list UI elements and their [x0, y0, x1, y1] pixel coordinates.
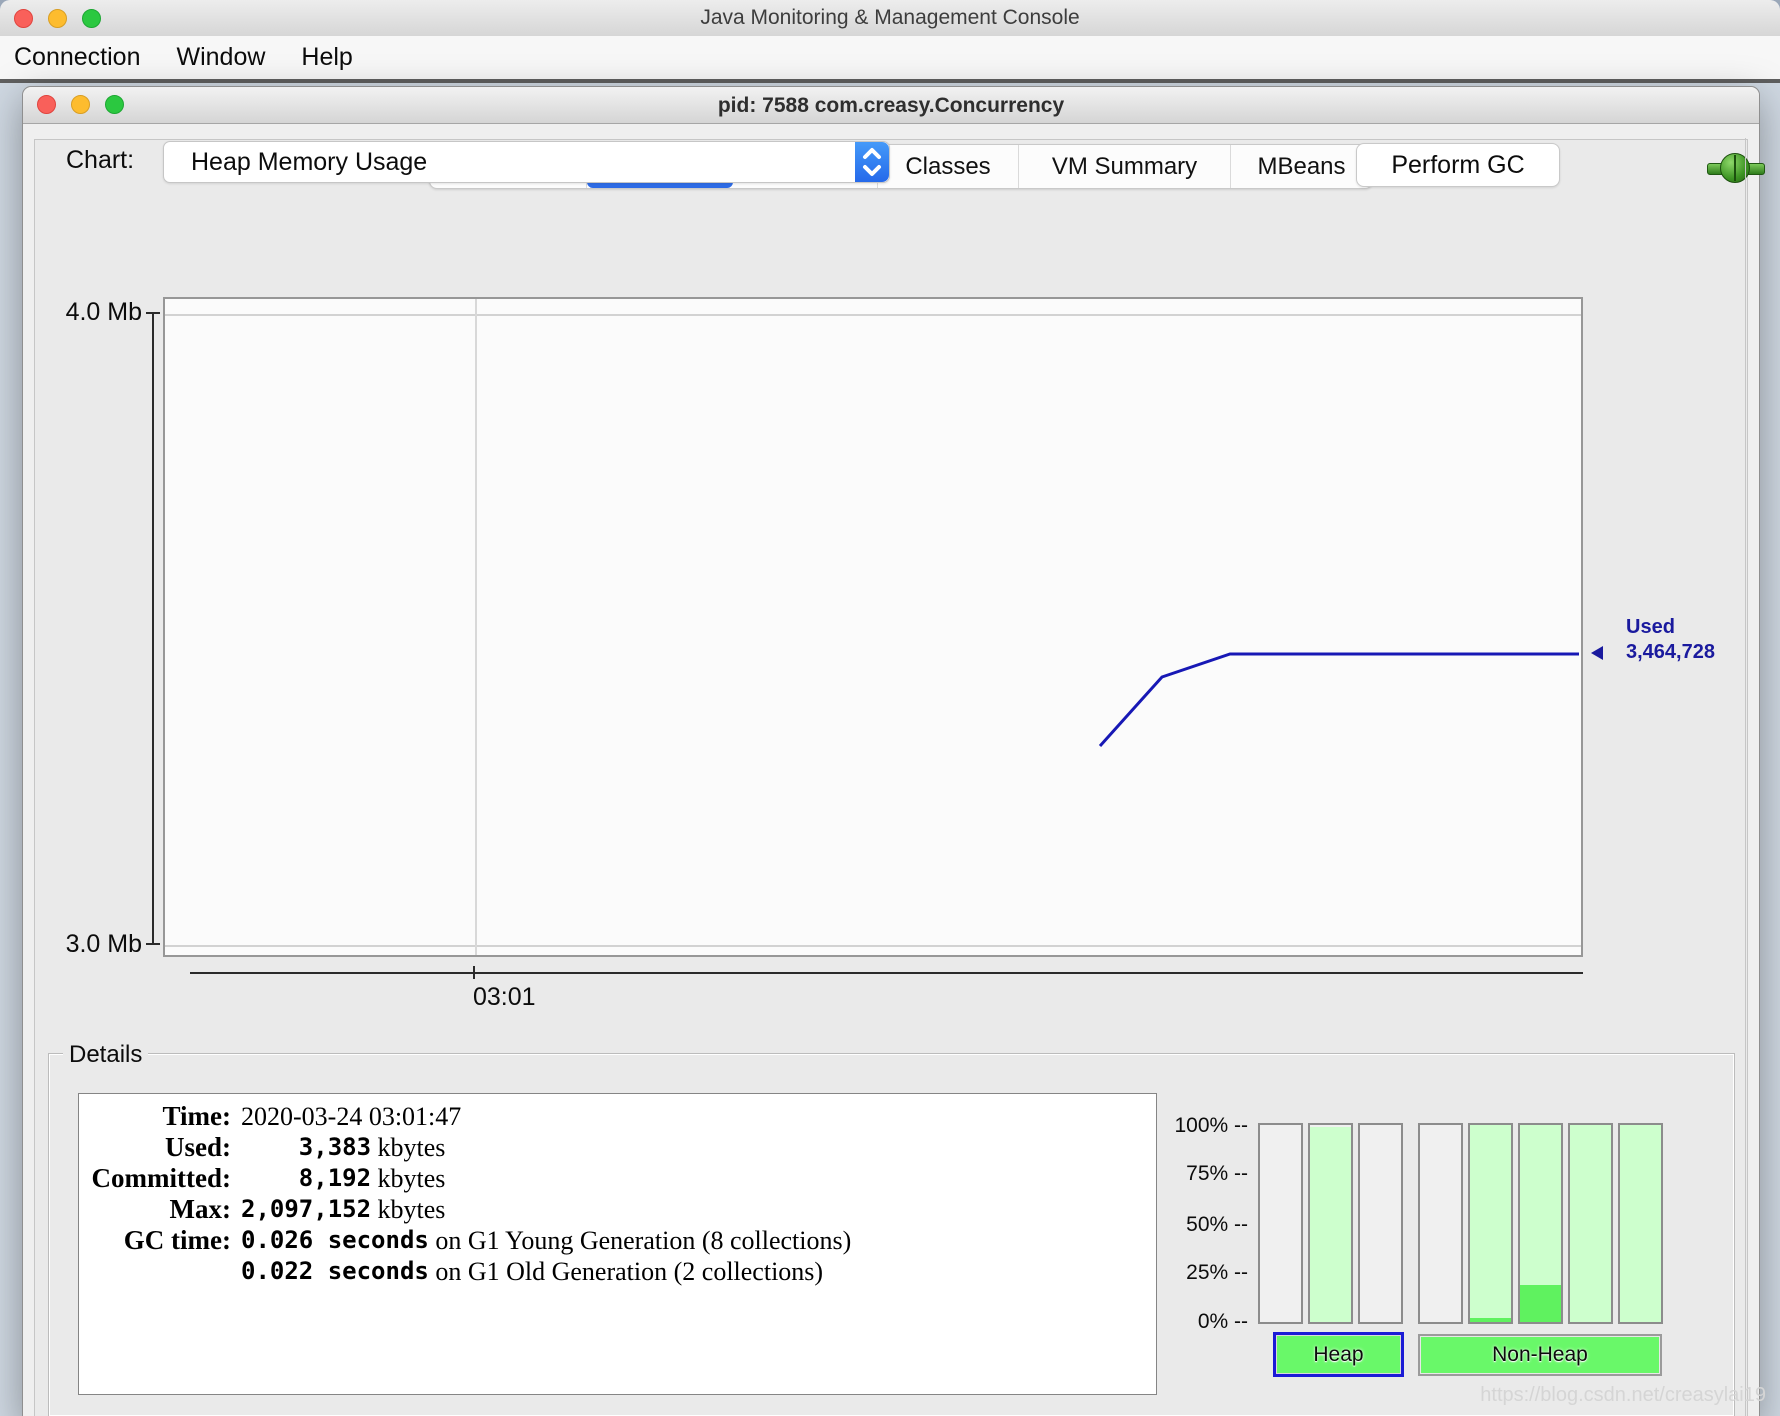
details-row: Used: 3,383 kbytes: [79, 1132, 1156, 1163]
details-row: Time: 2020-03-24 03:01:47: [79, 1101, 1156, 1132]
details-box: Time:2020-03-24 03:01:47Used: 3,383 kbyt…: [78, 1093, 1157, 1395]
combo-stepper-icon[interactable]: [855, 142, 889, 182]
heap-button[interactable]: Heap: [1273, 1332, 1404, 1377]
non-heap-button[interactable]: Non-Heap: [1418, 1334, 1662, 1376]
x-axis-tick: [473, 966, 475, 979]
y-axis-tick-top: [146, 312, 160, 314]
details-row-value: 3,383: [241, 1132, 371, 1163]
details-row-label: Time:: [79, 1101, 231, 1132]
used-annotation: Used 3,464,728: [1626, 615, 1715, 665]
panel-right-border: [1745, 138, 1746, 1416]
usage-axis-label: 50% --: [1148, 1213, 1248, 1237]
menu-help[interactable]: Help: [301, 36, 352, 72]
usage-axis-label: 0% --: [1148, 1310, 1248, 1334]
details-row-label: Max:: [79, 1194, 231, 1225]
details-row-unit: kbytes: [371, 1194, 445, 1225]
usage-axis-label: 75% --: [1148, 1162, 1248, 1186]
usage-axis-label: 25% --: [1148, 1261, 1248, 1285]
connection-plug-icon[interactable]: [1707, 153, 1763, 183]
y-axis: [152, 313, 154, 945]
used-fill: [1520, 1285, 1561, 1322]
details-row-value: 2,097,152: [241, 1194, 371, 1225]
details-row-value: 8,192: [241, 1163, 371, 1194]
perform-gc-button[interactable]: Perform GC: [1356, 143, 1560, 187]
y-axis-label-bottom: 3.0 Mb: [30, 930, 142, 959]
outer-titlebar: Java Monitoring & Management Console: [0, 0, 1780, 37]
heap-usage-bar: [1258, 1123, 1303, 1324]
menubar: Connection Window Help: [0, 36, 1780, 83]
details-row-label: Committed:: [79, 1163, 231, 1194]
usage-bars: [1258, 1123, 1663, 1324]
details-row-label: GC time:: [79, 1225, 231, 1256]
committed-fill: [1570, 1125, 1611, 1322]
details-row: 0.022 seconds on G1 Old Generation (2 co…: [79, 1256, 1156, 1287]
watermark: https://blog.csdn.net/creasylai19: [1400, 1384, 1766, 1407]
details-row-value: 0.026 seconds: [241, 1225, 429, 1256]
committed-fill: [1310, 1127, 1351, 1322]
heap-usage-bar: [1308, 1123, 1353, 1324]
menu-connection[interactable]: Connection: [14, 36, 140, 72]
used-annotation-name: Used: [1626, 615, 1715, 640]
screen: Java Monitoring & Management Console Con…: [0, 0, 1780, 1416]
used-memory-line: [1100, 654, 1579, 746]
y-axis-label-top: 4.0 Mb: [30, 298, 142, 327]
non-heap-usage-bar: [1418, 1123, 1463, 1324]
usage-axis-label: 100% --: [1148, 1114, 1248, 1138]
frame-titlebar: pid: 7588 com.creasy.Concurrency: [23, 87, 1759, 124]
tab-mbeans[interactable]: MBeans: [1231, 145, 1372, 188]
committed-fill: [1470, 1125, 1511, 1322]
details-row-value: 0.022 seconds: [241, 1256, 429, 1287]
y-axis-tick-bottom: [146, 943, 160, 945]
chart-select-value: Heap Memory Usage: [191, 148, 427, 177]
window-title: Java Monitoring & Management Console: [0, 6, 1780, 30]
non-heap-usage-bar: [1468, 1123, 1513, 1324]
committed-fill: [1620, 1125, 1661, 1322]
x-axis-label: 03:01: [473, 983, 536, 1012]
used-fill: [1470, 1318, 1511, 1322]
details-row-label: Used:: [79, 1132, 231, 1163]
chart-select[interactable]: Heap Memory Usage: [163, 141, 890, 183]
non-heap-usage-bar: [1568, 1123, 1613, 1324]
memory-chart-plot: [163, 297, 1583, 957]
x-axis: [190, 972, 1583, 974]
tab-vm-summary[interactable]: VM Summary: [1019, 145, 1231, 188]
details-row-unit: kbytes: [371, 1132, 445, 1163]
chart-label: Chart:: [66, 146, 134, 175]
details-row-unit: 2020-03-24 03:01:47: [241, 1101, 461, 1132]
details-row-unit: on G1 Old Generation (2 collections): [429, 1256, 823, 1287]
used-marker-icon: [1591, 646, 1603, 660]
details-row-unit: kbytes: [371, 1163, 445, 1194]
menu-window[interactable]: Window: [176, 36, 265, 72]
details-row: Committed: 8,192 kbytes: [79, 1163, 1156, 1194]
details-row: Max: 2,097,152 kbytes: [79, 1194, 1156, 1225]
details-row-label: [79, 1256, 231, 1287]
used-annotation-value: 3,464,728: [1626, 640, 1715, 665]
details-row-unit: on G1 Young Generation (8 collections): [429, 1225, 851, 1256]
details-group-label: Details: [63, 1041, 148, 1069]
non-heap-usage-bar: [1618, 1123, 1663, 1324]
non-heap-usage-bar: [1518, 1123, 1563, 1324]
frame-title: pid: 7588 com.creasy.Concurrency: [23, 94, 1759, 118]
memory-chart-svg: [165, 299, 1581, 955]
details-row: GC time: 0.026 seconds on G1 Young Genera…: [79, 1225, 1156, 1256]
plug-slit: [1734, 155, 1736, 181]
tab-classes[interactable]: Classes: [878, 145, 1019, 188]
heap-usage-bar: [1358, 1123, 1403, 1324]
